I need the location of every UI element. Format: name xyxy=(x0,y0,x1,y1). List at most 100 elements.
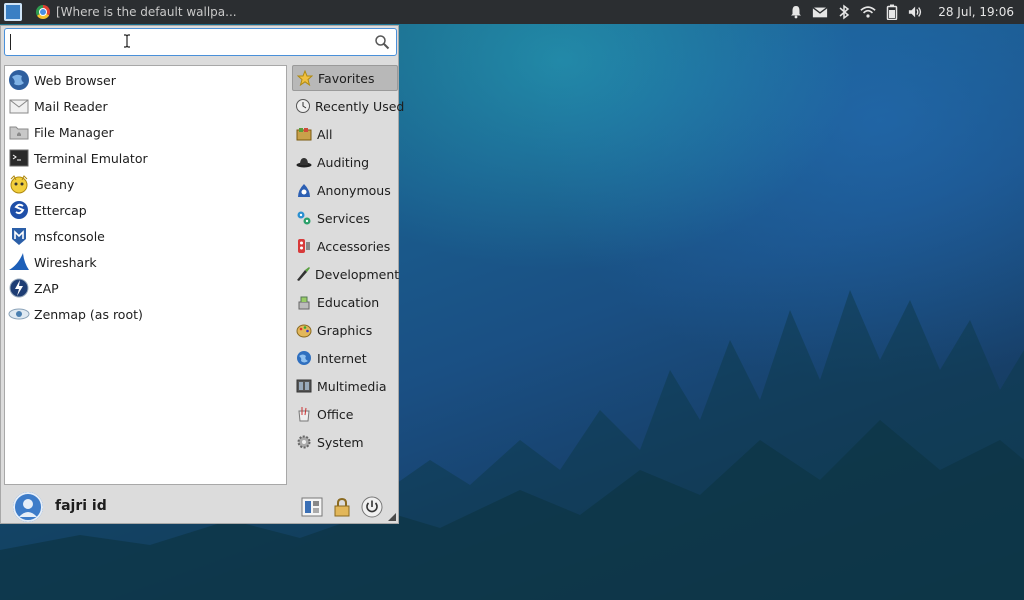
web-browser-icon xyxy=(8,69,30,91)
geany-icon xyxy=(8,173,30,195)
chrome-icon xyxy=(36,5,50,19)
app-label: Mail Reader xyxy=(34,98,108,114)
category-recently-used[interactable]: Recently Used xyxy=(292,93,404,119)
hat-icon xyxy=(295,153,313,171)
search-icon xyxy=(375,35,390,50)
category-system[interactable]: System xyxy=(292,429,398,455)
category-label: Development xyxy=(315,266,400,282)
text-caret xyxy=(10,34,11,50)
user-name: fajri id xyxy=(55,498,107,514)
power-icon xyxy=(361,496,383,518)
settings-panel-icon xyxy=(301,497,323,517)
volume-icon[interactable] xyxy=(908,4,924,20)
app-label: Zenmap (as root) xyxy=(34,306,143,322)
list-item-zenmap[interactable]: Zenmap (as root) xyxy=(6,301,285,327)
wifi-icon[interactable] xyxy=(860,4,876,20)
window-title: [Where is the default wallpa... xyxy=(56,5,237,19)
menu-footer: fajri id xyxy=(1,488,398,524)
list-item-web-browser[interactable]: Web Browser xyxy=(6,67,285,93)
category-label: Favorites xyxy=(318,70,375,86)
category-internet[interactable]: Internet xyxy=(292,345,398,371)
zap-icon xyxy=(8,277,30,299)
app-label: Web Browser xyxy=(34,72,116,88)
category-label: Office xyxy=(317,406,354,422)
category-label: Recently Used xyxy=(315,98,405,114)
clock[interactable]: 28 Jul, 19:06 xyxy=(938,5,1014,19)
list-item-msfconsole[interactable]: msfconsole xyxy=(6,223,285,249)
category-label: Graphics xyxy=(317,322,373,338)
category-label: Anonymous xyxy=(317,182,391,198)
category-label: System xyxy=(317,434,364,450)
category-multimedia[interactable]: Multimedia xyxy=(292,373,398,399)
app-label: ZAP xyxy=(34,280,59,296)
wireshark-icon xyxy=(8,251,30,273)
category-label: Internet xyxy=(317,350,367,366)
category-label: Services xyxy=(317,210,370,226)
category-services[interactable]: Services xyxy=(292,205,398,231)
ibeam-cursor-icon xyxy=(124,34,130,48)
top-panel: [Where is the default wallpa... 28 Jul, … xyxy=(0,0,1024,24)
accessories-icon xyxy=(295,237,313,255)
all-apps-icon xyxy=(295,125,313,143)
category-graphics[interactable]: Graphics xyxy=(292,317,398,343)
system-tray: 28 Jul, 19:06 xyxy=(788,0,1024,24)
list-item-zap[interactable]: ZAP xyxy=(6,275,285,301)
list-item-mail-reader[interactable]: Mail Reader xyxy=(6,93,285,119)
category-label: Auditing xyxy=(317,154,370,170)
mail-reader-icon xyxy=(8,95,30,117)
list-item-wireshark[interactable]: Wireshark xyxy=(6,249,285,275)
lock-screen-button[interactable] xyxy=(331,496,353,518)
category-favorites[interactable]: Favorites xyxy=(292,65,398,91)
category-accessories[interactable]: Accessories xyxy=(292,233,398,259)
education-icon xyxy=(295,293,313,311)
mail-icon[interactable] xyxy=(812,4,828,20)
clock-icon xyxy=(295,97,311,115)
list-item-ettercap[interactable]: Ettercap xyxy=(6,197,285,223)
favorites-list: Web Browser Mail Reader File Manager Ter… xyxy=(4,65,287,485)
settings-manager-button[interactable] xyxy=(301,496,323,518)
taskbar-window-button[interactable]: [Where is the default wallpa... xyxy=(36,3,237,21)
bluetooth-icon[interactable] xyxy=(836,4,852,20)
zenmap-icon xyxy=(8,303,30,325)
user-avatar xyxy=(13,492,43,522)
anonymous-icon xyxy=(295,181,313,199)
log-out-button[interactable] xyxy=(361,496,383,518)
app-label: msfconsole xyxy=(34,228,105,244)
category-development[interactable]: Development xyxy=(292,261,400,287)
list-item-file-manager[interactable]: File Manager xyxy=(6,119,285,145)
office-icon xyxy=(295,405,313,423)
terminal-icon xyxy=(8,147,30,169)
applications-menu-button[interactable] xyxy=(4,3,22,21)
app-label: Terminal Emulator xyxy=(34,150,148,166)
metasploit-icon xyxy=(8,225,30,247)
graphics-icon xyxy=(295,321,313,339)
search-input[interactable] xyxy=(4,28,397,56)
category-label: Multimedia xyxy=(317,378,387,394)
star-icon xyxy=(296,69,314,87)
development-icon xyxy=(295,265,311,283)
multimedia-icon xyxy=(295,377,313,395)
app-label: File Manager xyxy=(34,124,114,140)
whisker-menu: Web Browser Mail Reader File Manager Ter… xyxy=(0,25,404,524)
resize-grip[interactable] xyxy=(388,513,396,521)
category-office[interactable]: Office xyxy=(292,401,398,427)
app-label: Wireshark xyxy=(34,254,97,270)
category-education[interactable]: Education xyxy=(292,289,398,315)
category-auditing[interactable]: Auditing xyxy=(292,149,398,175)
services-icon xyxy=(295,209,313,227)
internet-icon xyxy=(295,349,313,367)
category-label: Education xyxy=(317,294,380,310)
app-label: Geany xyxy=(34,176,75,192)
category-label: All xyxy=(317,126,333,142)
file-manager-icon xyxy=(8,121,30,143)
battery-icon[interactable] xyxy=(884,4,900,20)
notification-bell-icon[interactable] xyxy=(788,4,804,20)
lock-icon xyxy=(334,497,350,517)
category-anonymous[interactable]: Anonymous xyxy=(292,177,398,203)
list-item-terminal-emulator[interactable]: Terminal Emulator xyxy=(6,145,285,171)
ettercap-icon xyxy=(8,199,30,221)
system-icon xyxy=(295,433,313,451)
list-item-geany[interactable]: Geany xyxy=(6,171,285,197)
app-label: Ettercap xyxy=(34,202,87,218)
category-all[interactable]: All xyxy=(292,121,398,147)
